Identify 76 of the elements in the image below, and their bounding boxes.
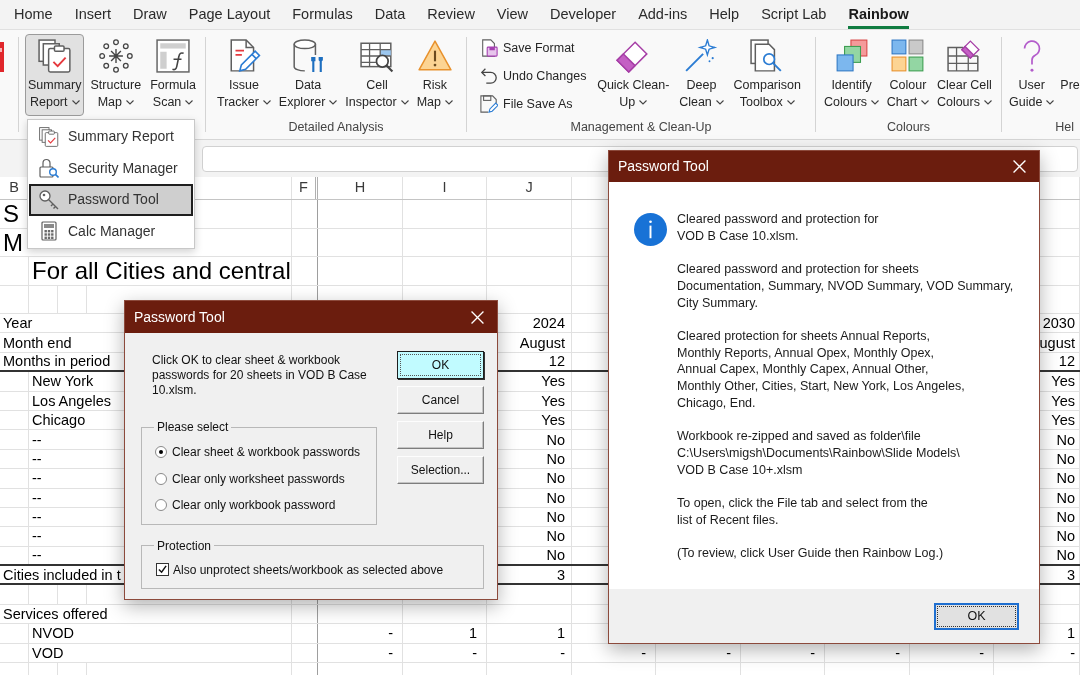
- group-label: Hel: [1055, 120, 1074, 134]
- group-label: Colours: [886, 120, 931, 134]
- value-text: -: [895, 643, 900, 662]
- value-text: No: [546, 508, 565, 527]
- value-text: -: [388, 624, 393, 643]
- value-text: No: [1056, 469, 1075, 488]
- value-text: No: [1056, 430, 1075, 449]
- value-text: -: [388, 643, 393, 662]
- row-label: --: [32, 508, 42, 527]
- value-text: Yes: [541, 391, 565, 410]
- row-label: --: [32, 430, 42, 449]
- message-text: Cleared password and protection for sheets Documentation, Summary, NVOD Summary, VOD Summary, City Summary.: [677, 261, 1014, 312]
- groupbox-label: Please select: [156, 419, 230, 436]
- row-label: New York: [32, 372, 94, 391]
- value-text: 3: [1066, 565, 1075, 584]
- message-text: (To review, click User Guide then Rainbow Log.): [677, 545, 945, 562]
- value-text: ugust: [1039, 333, 1075, 352]
- value-text: 1: [468, 624, 477, 643]
- message-text: Workbook re-zipped and saved as folder\file C:\Users\migsh\Documents\Rainbow\Slide Models\ VOD B Case 10+.xlsm: [677, 428, 961, 479]
- value-text: Yes: [1051, 372, 1075, 391]
- value-text: No: [1056, 527, 1075, 546]
- dialog-message: Click OK to clear sheet & workbook passwords for 20 sheets in VOD B Case 10.xlsm.: [152, 353, 368, 398]
- value-text: -: [726, 643, 731, 662]
- value-text: No: [546, 469, 565, 488]
- row-label: --: [32, 449, 42, 468]
- sheet-title: For all Cities and central: [32, 257, 291, 285]
- sheet-title: S: [3, 200, 19, 228]
- value-text: No: [546, 527, 565, 546]
- sheet-title: M: [3, 228, 23, 256]
- group-label: Detailed Analysis: [288, 120, 384, 134]
- value-text: No: [546, 488, 565, 507]
- row-label: NVOD: [32, 624, 74, 643]
- value-text: No: [546, 430, 565, 449]
- value-text: 1: [556, 624, 565, 643]
- row-label: Year: [3, 314, 33, 333]
- value-text: -: [641, 643, 646, 662]
- value-text: 2030: [1042, 314, 1075, 333]
- value-text: 2024: [532, 314, 565, 333]
- value-text: 12: [548, 352, 565, 371]
- row-label: Los Angeles: [32, 391, 111, 410]
- value-text: Yes: [541, 372, 565, 391]
- message-text: To open, click the File tab and select from the list of Recent files.: [677, 494, 929, 529]
- group-label: Management & Clean-Up: [570, 120, 712, 134]
- message-text: Cleared password and protection for VOD B Case 10.xlsm.: [677, 211, 880, 245]
- value-text: -: [810, 643, 815, 662]
- row-label: Services offered: [3, 605, 108, 624]
- value-text: -: [1070, 643, 1075, 662]
- value-text: No: [1056, 546, 1075, 565]
- row-label: Months in period: [3, 352, 111, 371]
- value-text: No: [1056, 488, 1075, 507]
- row-label: VOD: [32, 643, 64, 662]
- value-text: Yes: [541, 411, 565, 430]
- value-text: No: [546, 449, 565, 468]
- row-label: --: [32, 488, 42, 507]
- row-label: --: [32, 527, 42, 546]
- value-text: 3: [556, 565, 565, 584]
- dialog-title: Password Tool: [618, 157, 709, 176]
- row-label: Month end: [3, 333, 72, 352]
- dialog-title: Password Tool: [134, 307, 225, 327]
- value-text: -: [979, 643, 984, 662]
- groupbox-label: Protection: [156, 537, 213, 555]
- value-text: August: [519, 333, 565, 352]
- value-text: No: [1056, 508, 1075, 527]
- value-text: -: [560, 643, 565, 662]
- value-text: 1: [1066, 624, 1075, 643]
- row-label: Chicago: [32, 411, 86, 430]
- row-label: Cities included in t: [3, 565, 121, 584]
- value-text: 12: [1058, 352, 1075, 371]
- row-label: --: [32, 469, 42, 488]
- row-label: --: [32, 546, 42, 565]
- value-text: No: [1056, 449, 1075, 468]
- value-text: No: [546, 546, 565, 565]
- value-text: Yes: [1051, 411, 1075, 430]
- value-text: -: [472, 643, 477, 662]
- value-text: Yes: [1051, 391, 1075, 410]
- message-text: Cleared protection for sheets Annual Reports, Monthly Reports, Annual Opex, Monthly Opex, Annual Capex, Monthly Capex, Annual Other, Monthly Other, Cities, Start, New York, Los Angeles, Chicago, End.: [677, 327, 966, 412]
